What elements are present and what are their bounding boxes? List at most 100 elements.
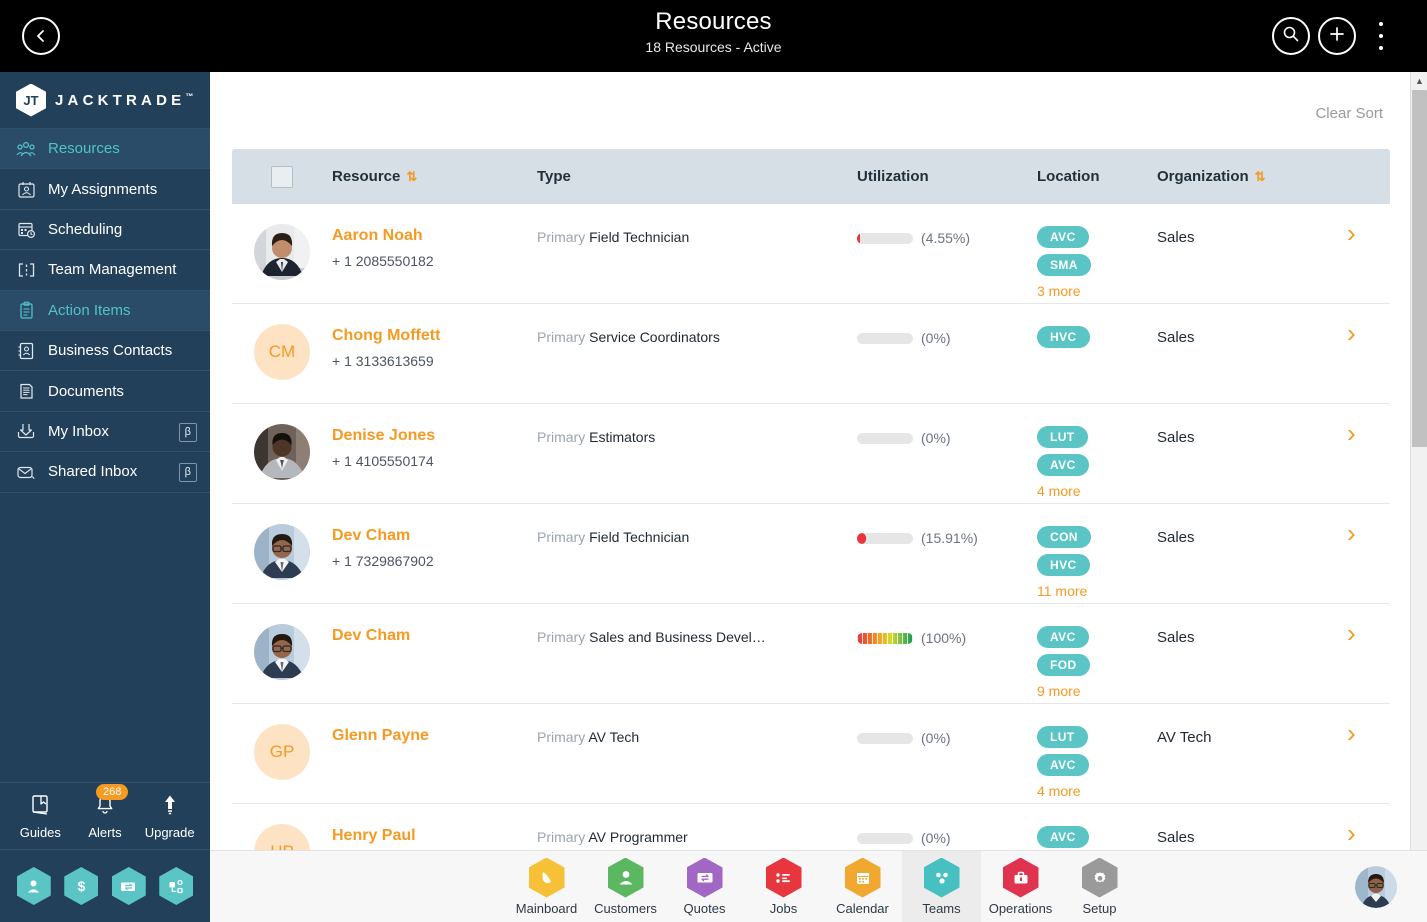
table-row[interactable]: GP Glenn Payne Primary AV Tech (0%) LUT A… bbox=[232, 704, 1390, 804]
resource-name-link[interactable]: Dev Cham bbox=[332, 520, 537, 545]
resource-name-link[interactable]: Henry Paul bbox=[332, 820, 537, 845]
column-header-resource[interactable]: Resource ⇅ bbox=[332, 168, 537, 185]
organization-cell: Sales bbox=[1157, 629, 1195, 646]
sidebar-item-team-management[interactable]: Team Management bbox=[0, 250, 210, 291]
bottom-nav-item-customers[interactable]: Customers bbox=[586, 851, 665, 922]
more-locations-link[interactable]: 4 more bbox=[1037, 483, 1081, 499]
utilization-percent: (0%) bbox=[921, 330, 951, 346]
type-cell: Primary Field Technician bbox=[537, 220, 857, 245]
sidebar-item-business-contacts[interactable]: Business Contacts bbox=[0, 331, 210, 372]
upgrade-button[interactable]: Upgrade bbox=[139, 793, 201, 840]
profile-avatar[interactable] bbox=[1355, 866, 1397, 908]
scroll-up-arrow-icon[interactable]: ▲ bbox=[1411, 72, 1427, 89]
table-row[interactable]: Dev Cham Primary Sales and Business Deve… bbox=[232, 604, 1390, 704]
sidebar-item-my-assignments[interactable]: My Assignments bbox=[0, 169, 210, 210]
table-row[interactable]: CM Chong Moffett + 1 3133613659 Primary … bbox=[232, 304, 1390, 404]
avatar[interactable] bbox=[254, 224, 310, 280]
chevron-right-icon[interactable]: › bbox=[1347, 312, 1356, 348]
contacts-icon bbox=[14, 341, 38, 361]
sidebar-item-shared-inbox[interactable]: Shared Inbox β bbox=[0, 452, 210, 493]
organization-cell: AV Tech bbox=[1157, 729, 1212, 746]
chevron-right-icon[interactable]: › bbox=[1347, 512, 1356, 548]
table-row[interactable]: Aaron Noah + 1 2085550182 Primary Field … bbox=[232, 204, 1390, 304]
sidebar-item-my-inbox[interactable]: My Inbox β bbox=[0, 412, 210, 453]
location-tag[interactable]: AVC bbox=[1037, 826, 1089, 848]
location-tag[interactable]: AVC bbox=[1037, 626, 1089, 648]
bottom-nav-item-quotes[interactable]: Quotes bbox=[665, 851, 744, 922]
column-header-location[interactable]: Location bbox=[1037, 168, 1157, 185]
sidebar-item-scheduling[interactable]: Scheduling bbox=[0, 210, 210, 251]
scrollbar-thumb[interactable] bbox=[1412, 90, 1427, 447]
type-cell: Primary Sales and Business Devel… bbox=[537, 620, 857, 645]
bottom-nav-item-operations[interactable]: Operations bbox=[981, 851, 1060, 922]
location-tag[interactable]: LUT bbox=[1037, 426, 1088, 448]
dollar-icon[interactable]: $ bbox=[64, 867, 99, 905]
chevron-right-icon[interactable]: › bbox=[1347, 612, 1356, 648]
more-locations-link[interactable]: 4 more bbox=[1037, 783, 1081, 799]
avatar[interactable]: CM bbox=[254, 324, 310, 380]
chevron-right-icon[interactable]: › bbox=[1347, 412, 1356, 448]
location-tag[interactable]: AVC bbox=[1037, 226, 1089, 248]
sidebar-item-label: My Inbox bbox=[48, 422, 109, 440]
sidebar-item-resources[interactable]: Resources bbox=[0, 129, 210, 170]
setup-icon bbox=[1081, 857, 1118, 898]
location-tag[interactable]: AVC bbox=[1037, 754, 1089, 776]
workflow-icon[interactable] bbox=[159, 867, 194, 905]
resource-name-link[interactable]: Aaron Noah bbox=[332, 220, 537, 245]
resource-name-link[interactable]: Denise Jones bbox=[332, 420, 537, 445]
location-tag[interactable]: HVC bbox=[1037, 554, 1090, 576]
location-tag[interactable]: HVC bbox=[1037, 326, 1090, 348]
select-all-checkbox[interactable] bbox=[271, 165, 293, 188]
guides-button[interactable]: Guides bbox=[9, 793, 71, 840]
table-row[interactable]: Denise Jones + 1 4105550174 Primary Esti… bbox=[232, 404, 1390, 504]
more-locations-link[interactable]: 3 more bbox=[1037, 283, 1081, 299]
avatar[interactable] bbox=[254, 624, 310, 680]
location-tag[interactable]: AVC bbox=[1037, 454, 1089, 476]
resource-cell: Henry Paul bbox=[332, 820, 537, 845]
resource-name-link[interactable]: Chong Moffett bbox=[332, 320, 537, 345]
vertical-scrollbar[interactable]: ▲ ▼ bbox=[1410, 72, 1427, 872]
location-tag[interactable]: LUT bbox=[1037, 726, 1088, 748]
sort-arrows-icon[interactable]: ⇅ bbox=[406, 169, 417, 185]
person-icon[interactable] bbox=[16, 867, 51, 905]
resource-name-link[interactable]: Dev Cham bbox=[332, 620, 537, 645]
search-icon bbox=[1282, 25, 1300, 48]
location-tag[interactable]: SMA bbox=[1037, 254, 1091, 276]
add-resource-button[interactable] bbox=[1318, 17, 1356, 55]
resource-name-link[interactable]: Glenn Payne bbox=[332, 720, 537, 745]
avatar[interactable] bbox=[254, 424, 310, 480]
location-tag[interactable]: FOD bbox=[1037, 654, 1090, 676]
alerts-button[interactable]: 268 Alerts bbox=[74, 783, 136, 840]
column-header-organization[interactable]: Organization ⇅ bbox=[1157, 168, 1347, 185]
bottom-nav-item-jobs[interactable]: Jobs bbox=[744, 851, 823, 922]
column-header-type[interactable]: Type bbox=[537, 168, 857, 185]
type-prefix: Primary bbox=[537, 229, 586, 245]
sort-arrows-icon[interactable]: ⇅ bbox=[1255, 169, 1266, 185]
bottom-nav-label: Operations bbox=[988, 900, 1053, 916]
column-header-utilization[interactable]: Utilization bbox=[857, 168, 1037, 185]
more-locations-link[interactable]: 11 more bbox=[1037, 583, 1087, 599]
clear-sort-button[interactable]: Clear Sort bbox=[1315, 105, 1383, 122]
type-cell: Primary AV Tech bbox=[537, 720, 857, 745]
sidebar-item-documents[interactable]: Documents bbox=[0, 371, 210, 412]
table-row[interactable]: Dev Cham + 1 7329867902 Primary Field Te… bbox=[232, 504, 1390, 604]
sidebar: JT JACKTRADE™ Resources My Assignments S… bbox=[0, 72, 210, 922]
avatar[interactable]: GP bbox=[254, 724, 310, 780]
payment-icon[interactable] bbox=[111, 867, 146, 905]
search-button[interactable] bbox=[1272, 17, 1310, 55]
chevron-right-icon[interactable]: › bbox=[1347, 212, 1356, 248]
bottom-nav-item-calendar[interactable]: Calendar bbox=[823, 851, 902, 922]
chevron-right-icon[interactable]: › bbox=[1347, 812, 1356, 848]
chevron-right-icon[interactable]: › bbox=[1347, 712, 1356, 748]
bottom-nav-item-mainboard[interactable]: Mainboard bbox=[507, 851, 586, 922]
tool-label: Upgrade bbox=[144, 824, 195, 840]
more-locations-link[interactable]: 9 more bbox=[1037, 683, 1081, 699]
kebab-menu-icon[interactable] bbox=[1372, 20, 1390, 52]
bottom-nav-item-setup[interactable]: Setup bbox=[1060, 851, 1139, 922]
location-tag[interactable]: CON bbox=[1037, 526, 1091, 548]
sidebar-item-action-items[interactable]: Action Items bbox=[0, 290, 210, 331]
brand-logo[interactable]: JT JACKTRADE™ bbox=[0, 72, 210, 129]
avatar[interactable] bbox=[254, 524, 310, 580]
location-cell: AVC FOD 9 more bbox=[1037, 620, 1157, 699]
bottom-nav-item-teams[interactable]: Teams bbox=[902, 850, 981, 922]
